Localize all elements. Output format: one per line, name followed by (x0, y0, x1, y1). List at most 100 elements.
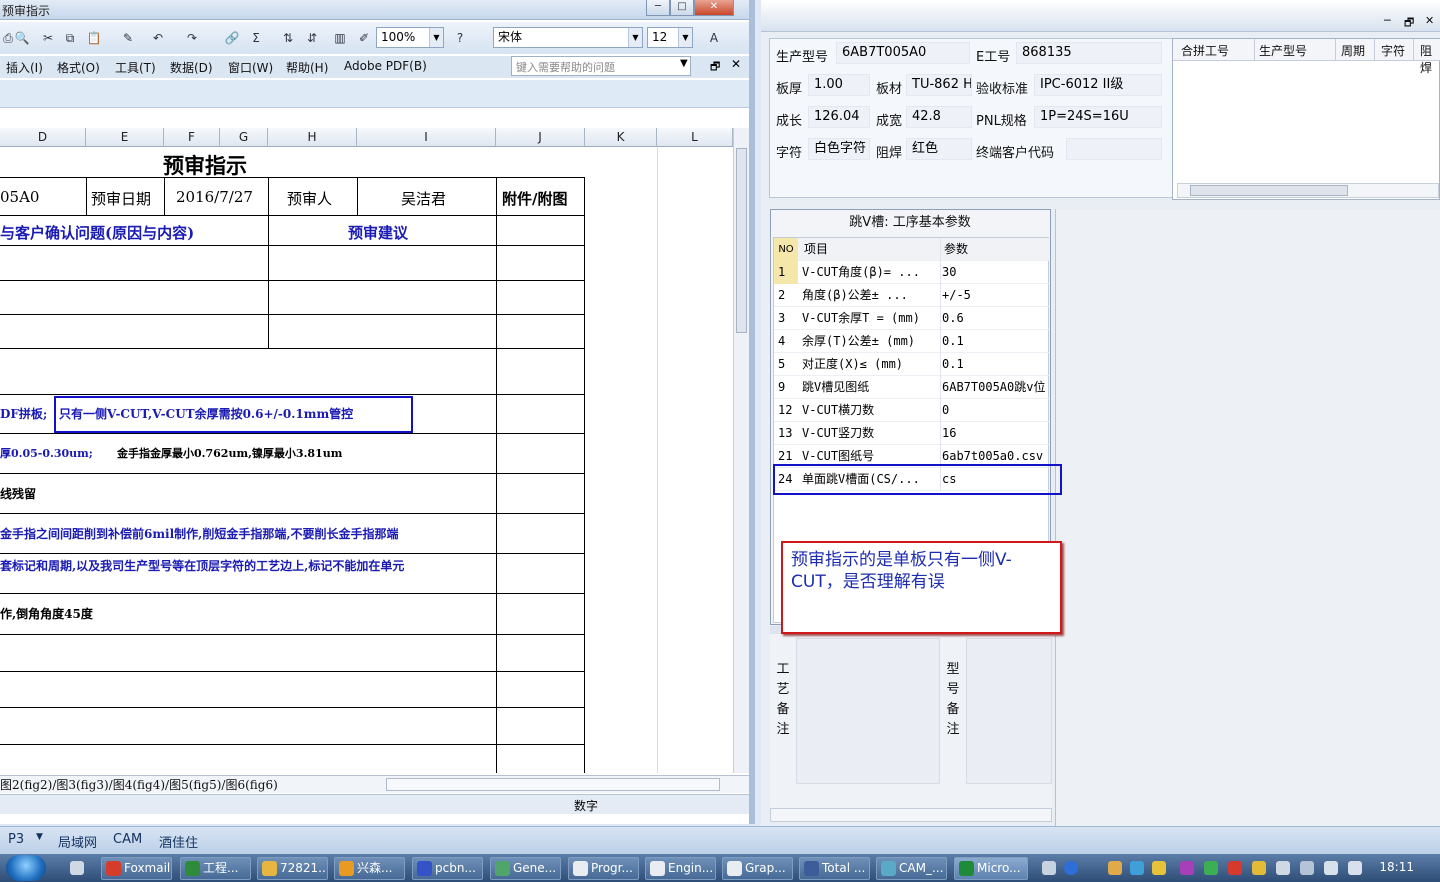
menu-insert[interactable]: 插入(I) (6, 59, 43, 76)
field-len[interactable]: 126.04 (808, 106, 870, 128)
restore-icon[interactable]: 🗗 (1404, 14, 1414, 33)
menu-format[interactable]: 格式(O) (57, 59, 100, 76)
sort-asc-icon[interactable]: ⇅ (280, 30, 296, 46)
tray-icon[interactable] (1228, 861, 1242, 875)
model-remark-field[interactable] (966, 638, 1052, 784)
chevron-down-icon[interactable]: ▼ (429, 28, 443, 47)
field-thick[interactable]: 1.00 (808, 74, 870, 96)
field-wid[interactable]: 42.8 (906, 106, 972, 128)
merge-col[interactable]: 生产型号 (1259, 42, 1307, 59)
column-header[interactable]: I (357, 128, 496, 147)
menu-data[interactable]: 数据(D) (170, 59, 213, 76)
chevron-down-icon[interactable]: ▼ (36, 832, 43, 842)
table-row[interactable]: 9 跳V槽见图纸 6AB7T005A0跳v位 (774, 376, 1050, 399)
taskbar-item[interactable]: 工程... (180, 857, 251, 880)
help-icon[interactable]: ? (452, 30, 468, 46)
font-color-icon[interactable]: A (706, 30, 722, 46)
merge-col[interactable]: 周期 (1341, 42, 1365, 59)
table-row[interactable]: 13 V-CUT竖刀数 16 (774, 422, 1050, 445)
undo-icon[interactable]: ↶ (150, 30, 166, 46)
font-size-combo[interactable]: 12 ▼ (647, 27, 693, 48)
horizontal-scrollbar[interactable] (386, 778, 720, 791)
help-search-input[interactable]: 键入需要帮助的问题 (511, 56, 691, 76)
chevron-down-icon[interactable]: ▼ (628, 28, 642, 47)
taskbar-item[interactable]: 72821... (257, 857, 328, 880)
close-icon[interactable]: ✕ (1425, 14, 1434, 27)
maximize-button[interactable]: □ (670, 0, 694, 16)
minimize-icon[interactable]: ─ (1384, 14, 1391, 27)
restore-icon[interactable]: 🗗 (710, 58, 720, 77)
table-row[interactable]: 3 V-CUT余厚T = (mm) 0.6 (774, 307, 1050, 330)
taskbar-item[interactable]: Grap... (722, 857, 793, 880)
table-row[interactable]: 12 V-CUT横刀数 0 (774, 399, 1050, 422)
field-mat[interactable]: TU-862 H (906, 74, 972, 96)
taskbar-item-active[interactable]: Micro... (954, 857, 1028, 880)
row-value[interactable]: 6AB7T005A0跳v位 (942, 376, 1048, 399)
chevron-down-icon[interactable]: ▼ (678, 28, 692, 47)
quick-item[interactable]: 局域网 (58, 832, 97, 851)
column-header[interactable]: G (220, 128, 268, 147)
horizontal-scrollbar[interactable] (770, 808, 1052, 822)
preview-icon[interactable]: 🔍 (14, 30, 30, 46)
horizontal-scrollbar[interactable] (1177, 183, 1439, 198)
tray-icon[interactable] (1276, 861, 1290, 875)
tray-icon[interactable] (1180, 861, 1194, 875)
process-remark-field[interactable] (796, 638, 940, 784)
table-row[interactable]: 2 角度(β)公差± ... +/-5 (774, 284, 1050, 307)
tray-icon[interactable] (1252, 861, 1266, 875)
scrollbar-thumb[interactable] (736, 148, 747, 333)
row-value[interactable]: 0 (942, 399, 1048, 422)
table-row[interactable]: 5 对正度(X)≤ (mm) 0.1 (774, 353, 1050, 376)
vertical-scrollbar[interactable] (733, 128, 749, 773)
field-pnl[interactable]: 1P=24S=16U (1034, 106, 1162, 128)
scrollbar-thumb[interactable] (1190, 185, 1348, 196)
tray-icon[interactable] (1108, 861, 1122, 875)
column-header[interactable]: L (657, 128, 733, 147)
row-value[interactable]: 30 (942, 261, 1048, 284)
taskbar-item[interactable]: 兴森... (334, 857, 405, 880)
column-header[interactable]: K (585, 128, 657, 147)
row-value[interactable]: 0.1 (942, 353, 1048, 376)
volume-icon[interactable] (1348, 861, 1362, 875)
clock[interactable]: 18:11 (1379, 860, 1414, 874)
menu-help[interactable]: 帮助(H) (286, 59, 328, 76)
desktop-icon[interactable] (70, 861, 84, 875)
font-combo[interactable]: 宋体 ▼ (493, 27, 643, 48)
redo-icon[interactable]: ↷ (184, 30, 200, 46)
field-prod[interactable]: 6AB7T005A0 (836, 42, 970, 64)
tray-icon[interactable] (1130, 861, 1144, 875)
sort-desc-icon[interactable]: ⇵ (304, 30, 320, 46)
close-button[interactable]: ✕ (694, 0, 734, 16)
drawing-icon[interactable]: ✐ (356, 30, 372, 46)
tray-icon[interactable] (1152, 861, 1166, 875)
chart-icon[interactable]: ▥ (332, 30, 348, 46)
menu-window[interactable]: 窗口(W) (228, 59, 273, 76)
taskbar-item[interactable]: CAM_... (876, 857, 947, 880)
taskbar-item[interactable]: Engin... (645, 857, 716, 880)
taskbar-item[interactable]: Foxmail (101, 857, 172, 880)
merge-col[interactable]: 阻焊 (1420, 42, 1440, 76)
merge-col[interactable]: 合拼工号 (1181, 42, 1229, 59)
spreadsheet-grid[interactable]: 预审指示 05A0 预审日期 2016/7/27 预审人 吴洁君 附件/附图 与… (0, 147, 733, 773)
column-header[interactable]: H (268, 128, 357, 147)
close-icon[interactable]: ✕ (731, 57, 741, 71)
sheet-tabs[interactable]: 图2(fig2)/图3(fig3)/图4(fig4)/图5(fig5)/图6(f… (0, 776, 278, 794)
format-painter-icon[interactable]: ✎ (120, 30, 136, 46)
autosum-icon[interactable]: Σ (248, 30, 264, 46)
start-button[interactable] (6, 855, 46, 881)
quick-item[interactable]: CAM (113, 832, 142, 847)
quick-item[interactable]: P3 (8, 832, 24, 847)
field-char[interactable]: 白色字符 (808, 138, 870, 160)
help-icon[interactable] (1064, 861, 1078, 875)
column-header[interactable]: J (496, 128, 585, 147)
table-row[interactable]: 1 V-CUT角度(β)= ... 30 (774, 261, 1050, 284)
field-mask[interactable]: 红色 (906, 138, 972, 160)
column-header[interactable]: F (164, 128, 220, 147)
minimize-button[interactable]: ─ (646, 0, 670, 16)
row-value[interactable]: 0.1 (942, 330, 1048, 353)
field-std[interactable]: IPC-6012 II级 (1034, 74, 1162, 96)
field-end-customer[interactable] (1066, 138, 1162, 160)
cut-icon[interactable]: ✂ (40, 30, 56, 46)
copy-icon[interactable]: ⧉ (62, 30, 78, 46)
taskbar-item[interactable]: Progr... (568, 857, 639, 880)
